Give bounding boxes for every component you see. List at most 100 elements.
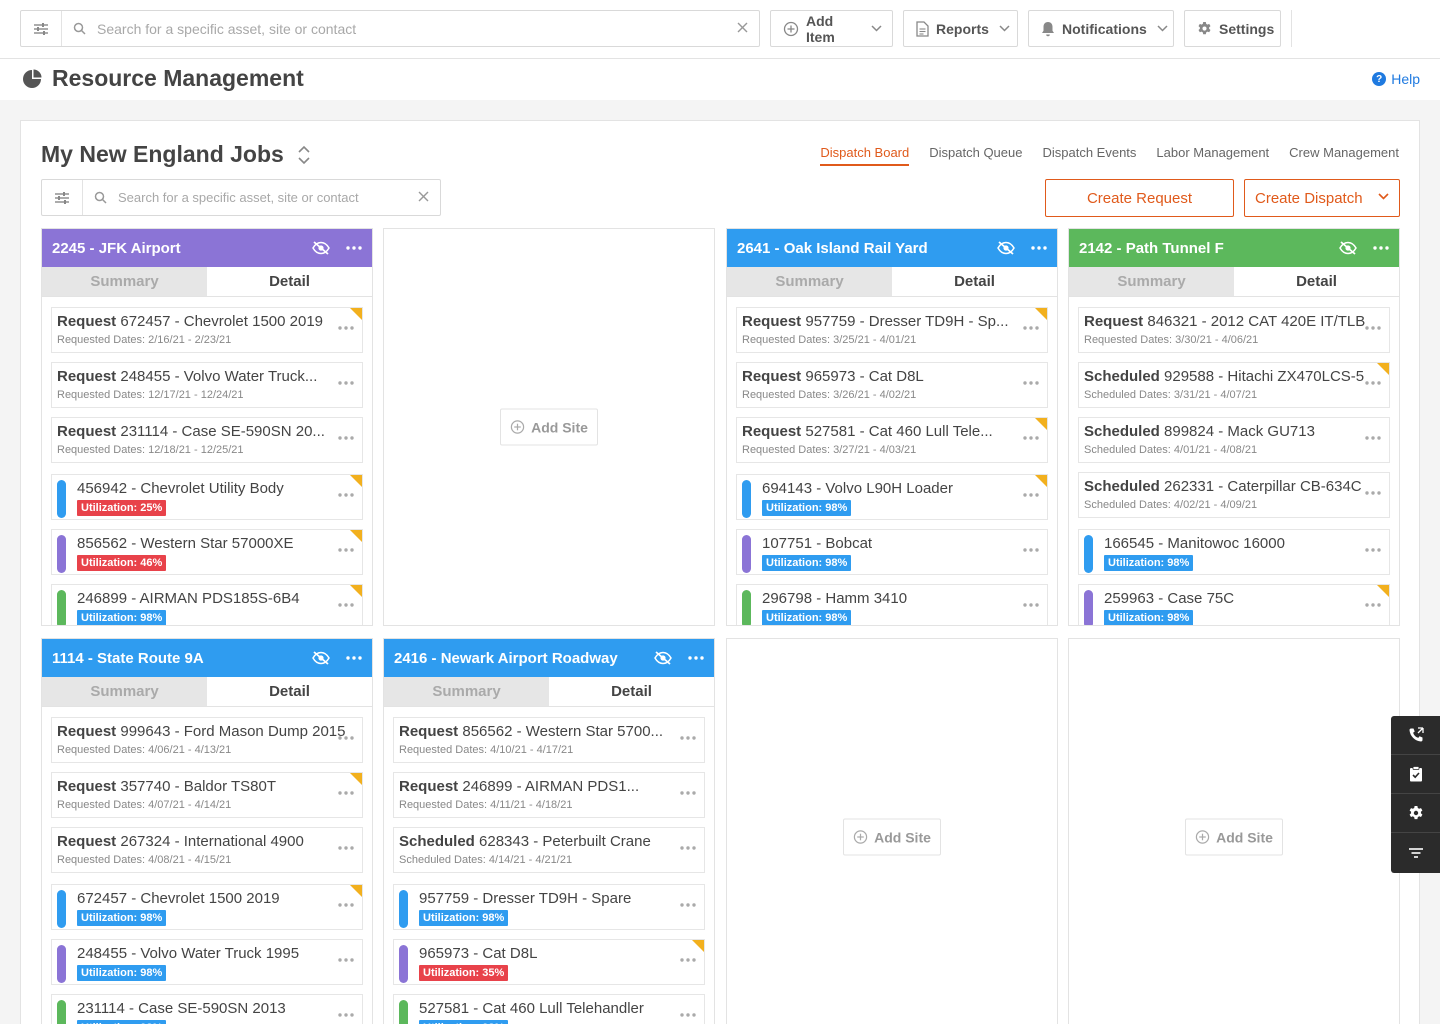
create-request-button[interactable]: Create Request bbox=[1045, 179, 1234, 217]
clipboard-check-icon[interactable] bbox=[1391, 755, 1440, 794]
tab-dispatch-board[interactable]: Dispatch Board bbox=[820, 145, 910, 166]
create-dispatch-button[interactable]: Create Dispatch bbox=[1244, 179, 1400, 217]
asset-card[interactable]: 957759 - Dresser TD9H - Spare Utilization… bbox=[393, 884, 705, 930]
more-options-icon[interactable] bbox=[338, 326, 354, 330]
asset-card[interactable]: 965973 - Cat D8L Utilization: 35% bbox=[393, 939, 705, 985]
request-card[interactable]: Scheduled 899824 - Mack GU713 Scheduled D… bbox=[1078, 417, 1390, 463]
more-options-icon[interactable] bbox=[338, 436, 354, 440]
more-options-icon[interactable] bbox=[346, 656, 362, 660]
more-options-icon[interactable] bbox=[1031, 246, 1047, 250]
site-header[interactable]: 2641 - Oak Island Rail Yard bbox=[727, 229, 1057, 267]
gear-icon[interactable] bbox=[1391, 794, 1440, 833]
asset-card[interactable]: 231114 - Case SE-590SN 2013 Utilization: … bbox=[51, 994, 363, 1024]
more-options-icon[interactable] bbox=[1023, 493, 1039, 497]
help-link[interactable]: ? Help bbox=[1372, 71, 1420, 87]
more-options-icon[interactable] bbox=[338, 958, 354, 962]
more-options-icon[interactable] bbox=[338, 846, 354, 850]
more-options-icon[interactable] bbox=[338, 381, 354, 385]
request-card[interactable]: Request 957759 - Dresser TD9H - Sp... Req… bbox=[736, 307, 1048, 353]
request-card[interactable]: Request 248455 - Volvo Water Truck... Req… bbox=[51, 362, 363, 408]
more-options-icon[interactable] bbox=[1365, 326, 1381, 330]
asset-card[interactable]: 856562 - Western Star 57000XE Utilization… bbox=[51, 529, 363, 575]
more-options-icon[interactable] bbox=[688, 656, 704, 660]
site-header[interactable]: 2245 - JFK Airport bbox=[42, 229, 372, 267]
eye-off-icon[interactable] bbox=[312, 651, 330, 665]
tab-dispatch-events[interactable]: Dispatch Events bbox=[1042, 145, 1136, 166]
more-options-icon[interactable] bbox=[1365, 548, 1381, 552]
filter-lines-icon[interactable] bbox=[1391, 833, 1440, 872]
more-options-icon[interactable] bbox=[680, 1013, 696, 1017]
request-card[interactable]: Scheduled 929588 - Hitachi ZX470LCS-5 Sch… bbox=[1078, 362, 1390, 408]
add-item-button[interactable]: Add Item bbox=[770, 10, 893, 47]
tab-dispatch-queue[interactable]: Dispatch Queue bbox=[929, 145, 1022, 166]
sort-arrows-icon[interactable] bbox=[298, 144, 310, 166]
more-options-icon[interactable] bbox=[1373, 246, 1389, 250]
tab-detail[interactable]: Detail bbox=[1234, 267, 1399, 296]
more-options-icon[interactable] bbox=[680, 958, 696, 962]
asset-card[interactable]: 166545 - Manitowoc 16000 Utilization: 98% bbox=[1078, 529, 1390, 575]
site-header[interactable]: 2416 - Newark Airport Roadway bbox=[384, 639, 714, 677]
more-options-icon[interactable] bbox=[338, 791, 354, 795]
more-options-icon[interactable] bbox=[680, 791, 696, 795]
clear-search-icon[interactable] bbox=[417, 190, 430, 203]
more-options-icon[interactable] bbox=[338, 493, 354, 497]
jobs-title[interactable]: My New England Jobs bbox=[41, 141, 310, 168]
tab-detail[interactable]: Detail bbox=[892, 267, 1057, 296]
eye-off-icon[interactable] bbox=[1339, 241, 1357, 255]
more-options-icon[interactable] bbox=[346, 246, 362, 250]
asset-card[interactable]: 456942 - Chevrolet Utility Body Utilizati… bbox=[51, 474, 363, 520]
asset-card[interactable]: 672457 - Chevrolet 1500 2019 Utilization:… bbox=[51, 884, 363, 930]
request-card[interactable]: Request 357740 - Baldor TS80T Requested D… bbox=[51, 772, 363, 818]
tab-detail[interactable]: Detail bbox=[207, 677, 372, 706]
more-options-icon[interactable] bbox=[680, 903, 696, 907]
asset-card[interactable]: 296798 - Hamm 3410 Utilization: 98% bbox=[736, 584, 1048, 625]
add-site-button[interactable]: Add Site bbox=[500, 408, 598, 446]
request-card[interactable]: Request 846321 - 2012 CAT 420E IT/TLB Req… bbox=[1078, 307, 1390, 353]
tab-detail[interactable]: Detail bbox=[207, 267, 372, 296]
request-card[interactable]: Request 231114 - Case SE-590SN 20... Requ… bbox=[51, 417, 363, 463]
request-card[interactable]: Request 267324 - International 4900 Reque… bbox=[51, 827, 363, 873]
clear-search-icon[interactable] bbox=[736, 21, 749, 34]
more-options-icon[interactable] bbox=[1023, 381, 1039, 385]
asset-card[interactable]: 259963 - Case 75C Utilization: 98% bbox=[1078, 584, 1390, 625]
request-card[interactable]: Request 856562 - Western Star 5700... Req… bbox=[393, 717, 705, 763]
filter-sliders-icon[interactable] bbox=[21, 11, 62, 46]
eye-off-icon[interactable] bbox=[654, 651, 672, 665]
tab-summary[interactable]: Summary bbox=[42, 267, 207, 296]
add-site-button[interactable]: Add Site bbox=[1185, 818, 1283, 856]
tab-crew-management[interactable]: Crew Management bbox=[1289, 145, 1399, 166]
asset-card[interactable]: 527581 - Cat 460 Lull Telehandler Utiliza… bbox=[393, 994, 705, 1024]
site-header[interactable]: 2142 - Path Tunnel F bbox=[1069, 229, 1399, 267]
more-options-icon[interactable] bbox=[1365, 436, 1381, 440]
tab-detail[interactable]: Detail bbox=[549, 677, 714, 706]
request-card[interactable]: Scheduled 628343 - Peterbuilt Crane Sched… bbox=[393, 827, 705, 873]
tab-summary[interactable]: Summary bbox=[727, 267, 892, 296]
notifications-button[interactable]: Notifications bbox=[1028, 10, 1174, 47]
board-search-input[interactable] bbox=[118, 180, 398, 215]
request-card[interactable]: Request 999643 - Ford Mason Dump 2015 Req… bbox=[51, 717, 363, 763]
more-options-icon[interactable] bbox=[1023, 326, 1039, 330]
more-options-icon[interactable] bbox=[1365, 381, 1381, 385]
global-search-input[interactable] bbox=[97, 11, 717, 46]
asset-card[interactable]: 248455 - Volvo Water Truck 1995 Utilizati… bbox=[51, 939, 363, 985]
request-card[interactable]: Request 965973 - Cat D8L Requested Dates:… bbox=[736, 362, 1048, 408]
more-options-icon[interactable] bbox=[338, 1013, 354, 1017]
more-options-icon[interactable] bbox=[338, 736, 354, 740]
reports-button[interactable]: Reports bbox=[903, 10, 1018, 47]
more-options-icon[interactable] bbox=[338, 603, 354, 607]
add-site-button[interactable]: Add Site bbox=[843, 818, 941, 856]
asset-card[interactable]: 694143 - Volvo L90H Loader Utilization: 9… bbox=[736, 474, 1048, 520]
more-options-icon[interactable] bbox=[680, 736, 696, 740]
eye-off-icon[interactable] bbox=[312, 241, 330, 255]
phone-icon[interactable] bbox=[1391, 716, 1440, 755]
tab-labor-management[interactable]: Labor Management bbox=[1156, 145, 1269, 166]
tab-summary[interactable]: Summary bbox=[1069, 267, 1234, 296]
tab-summary[interactable]: Summary bbox=[384, 677, 549, 706]
filter-sliders-icon[interactable] bbox=[42, 180, 83, 215]
more-options-icon[interactable] bbox=[680, 846, 696, 850]
more-options-icon[interactable] bbox=[338, 903, 354, 907]
request-card[interactable]: Request 527581 - Cat 460 Lull Tele... Req… bbox=[736, 417, 1048, 463]
more-options-icon[interactable] bbox=[1023, 603, 1039, 607]
site-header[interactable]: 1114 - State Route 9A bbox=[42, 639, 372, 677]
tab-summary[interactable]: Summary bbox=[42, 677, 207, 706]
